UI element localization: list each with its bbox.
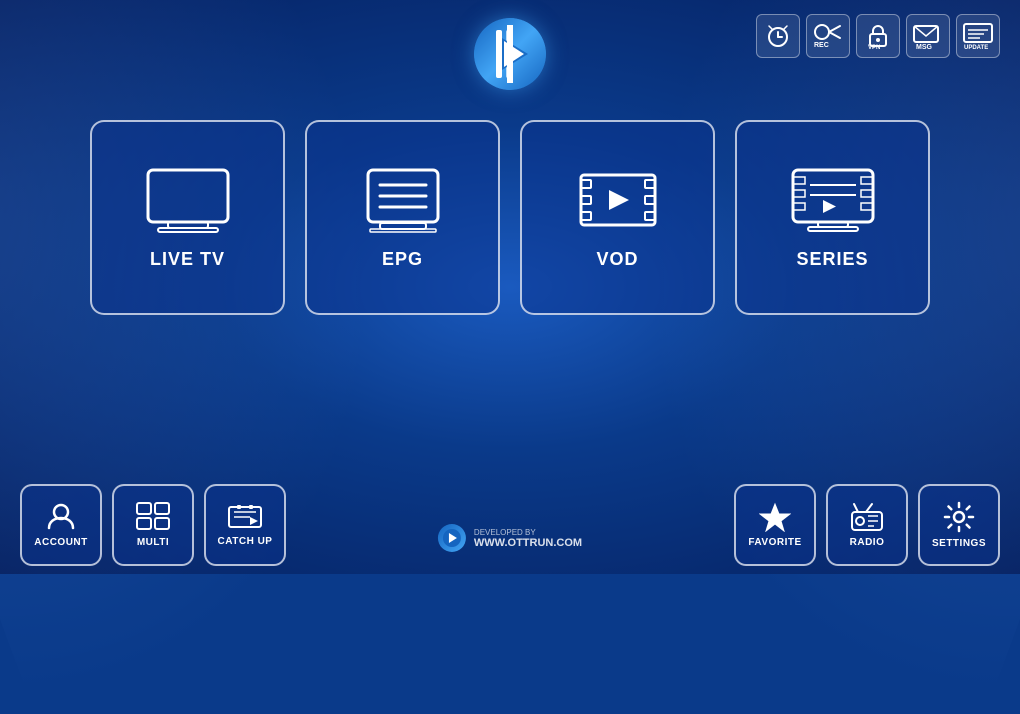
msg-icon: MSG <box>906 14 950 58</box>
series-label: SERIES <box>796 249 868 270</box>
svg-text:UPDATE: UPDATE <box>964 45 988 50</box>
vpn-button[interactable]: VPN <box>856 14 900 58</box>
svg-text:REC: REC <box>814 42 829 49</box>
epg-card[interactable]: EPG <box>305 120 500 315</box>
settings-button[interactable]: SETTINGS <box>918 484 1000 566</box>
catch-up-button[interactable]: CATCH UP <box>204 484 286 566</box>
account-button[interactable]: ACCOUNT <box>20 484 102 566</box>
update-button[interactable]: UPDATE <box>956 14 1000 58</box>
bottom-right-buttons: FAVORITE RADIO <box>734 484 1000 566</box>
alarm-button[interactable] <box>756 14 800 58</box>
favorite-button[interactable]: FAVORITE <box>734 484 816 566</box>
series-card[interactable]: SERIES <box>735 120 930 315</box>
account-label: ACCOUNT <box>34 537 88 548</box>
settings-icon <box>943 501 975 533</box>
epg-icon <box>358 165 448 235</box>
main-grid: LIVE TV EPG <box>90 120 930 315</box>
epg-label: EPG <box>382 249 423 270</box>
vod-card[interactable]: VOD <box>520 120 715 315</box>
update-icon: UPDATE <box>956 14 1000 58</box>
rec-button[interactable]: REC <box>806 14 850 58</box>
vpn-icon: VPN <box>856 14 900 58</box>
live-tv-icon <box>143 165 233 235</box>
top-icon-bar: REC VPN <box>756 14 1000 58</box>
msg-button[interactable]: MSG <box>906 14 950 58</box>
svg-text:MSG: MSG <box>916 44 933 50</box>
radio-icon <box>850 502 884 532</box>
settings-label: SETTINGS <box>932 538 986 549</box>
catch-up-label: CATCH UP <box>218 536 273 547</box>
vod-label: VOD <box>596 249 638 270</box>
bottom-bar: ACCOUNT MULTI <box>0 484 1020 574</box>
live-tv-label: LIVE TV <box>150 249 225 270</box>
logo-circle <box>474 18 546 90</box>
bottom-left-buttons: ACCOUNT MULTI <box>20 484 286 566</box>
vod-icon <box>573 165 663 235</box>
svg-text:VPN: VPN <box>868 45 880 50</box>
alarm-icon <box>756 14 800 58</box>
multi-button[interactable]: MULTI <box>112 484 194 566</box>
account-icon <box>46 502 76 532</box>
header: REC VPN <box>0 0 1020 90</box>
favorite-label: FAVORITE <box>748 537 801 548</box>
radio-label: RADIO <box>850 537 885 548</box>
app-logo <box>474 18 546 90</box>
series-icon <box>788 165 878 235</box>
multi-label: MULTI <box>137 537 169 548</box>
rec-icon: REC <box>806 14 850 58</box>
favorite-icon <box>759 502 791 532</box>
live-tv-card[interactable]: LIVE TV <box>90 120 285 315</box>
multi-icon <box>136 502 170 532</box>
catch-up-icon <box>228 503 262 531</box>
radio-button[interactable]: RADIO <box>826 484 908 566</box>
